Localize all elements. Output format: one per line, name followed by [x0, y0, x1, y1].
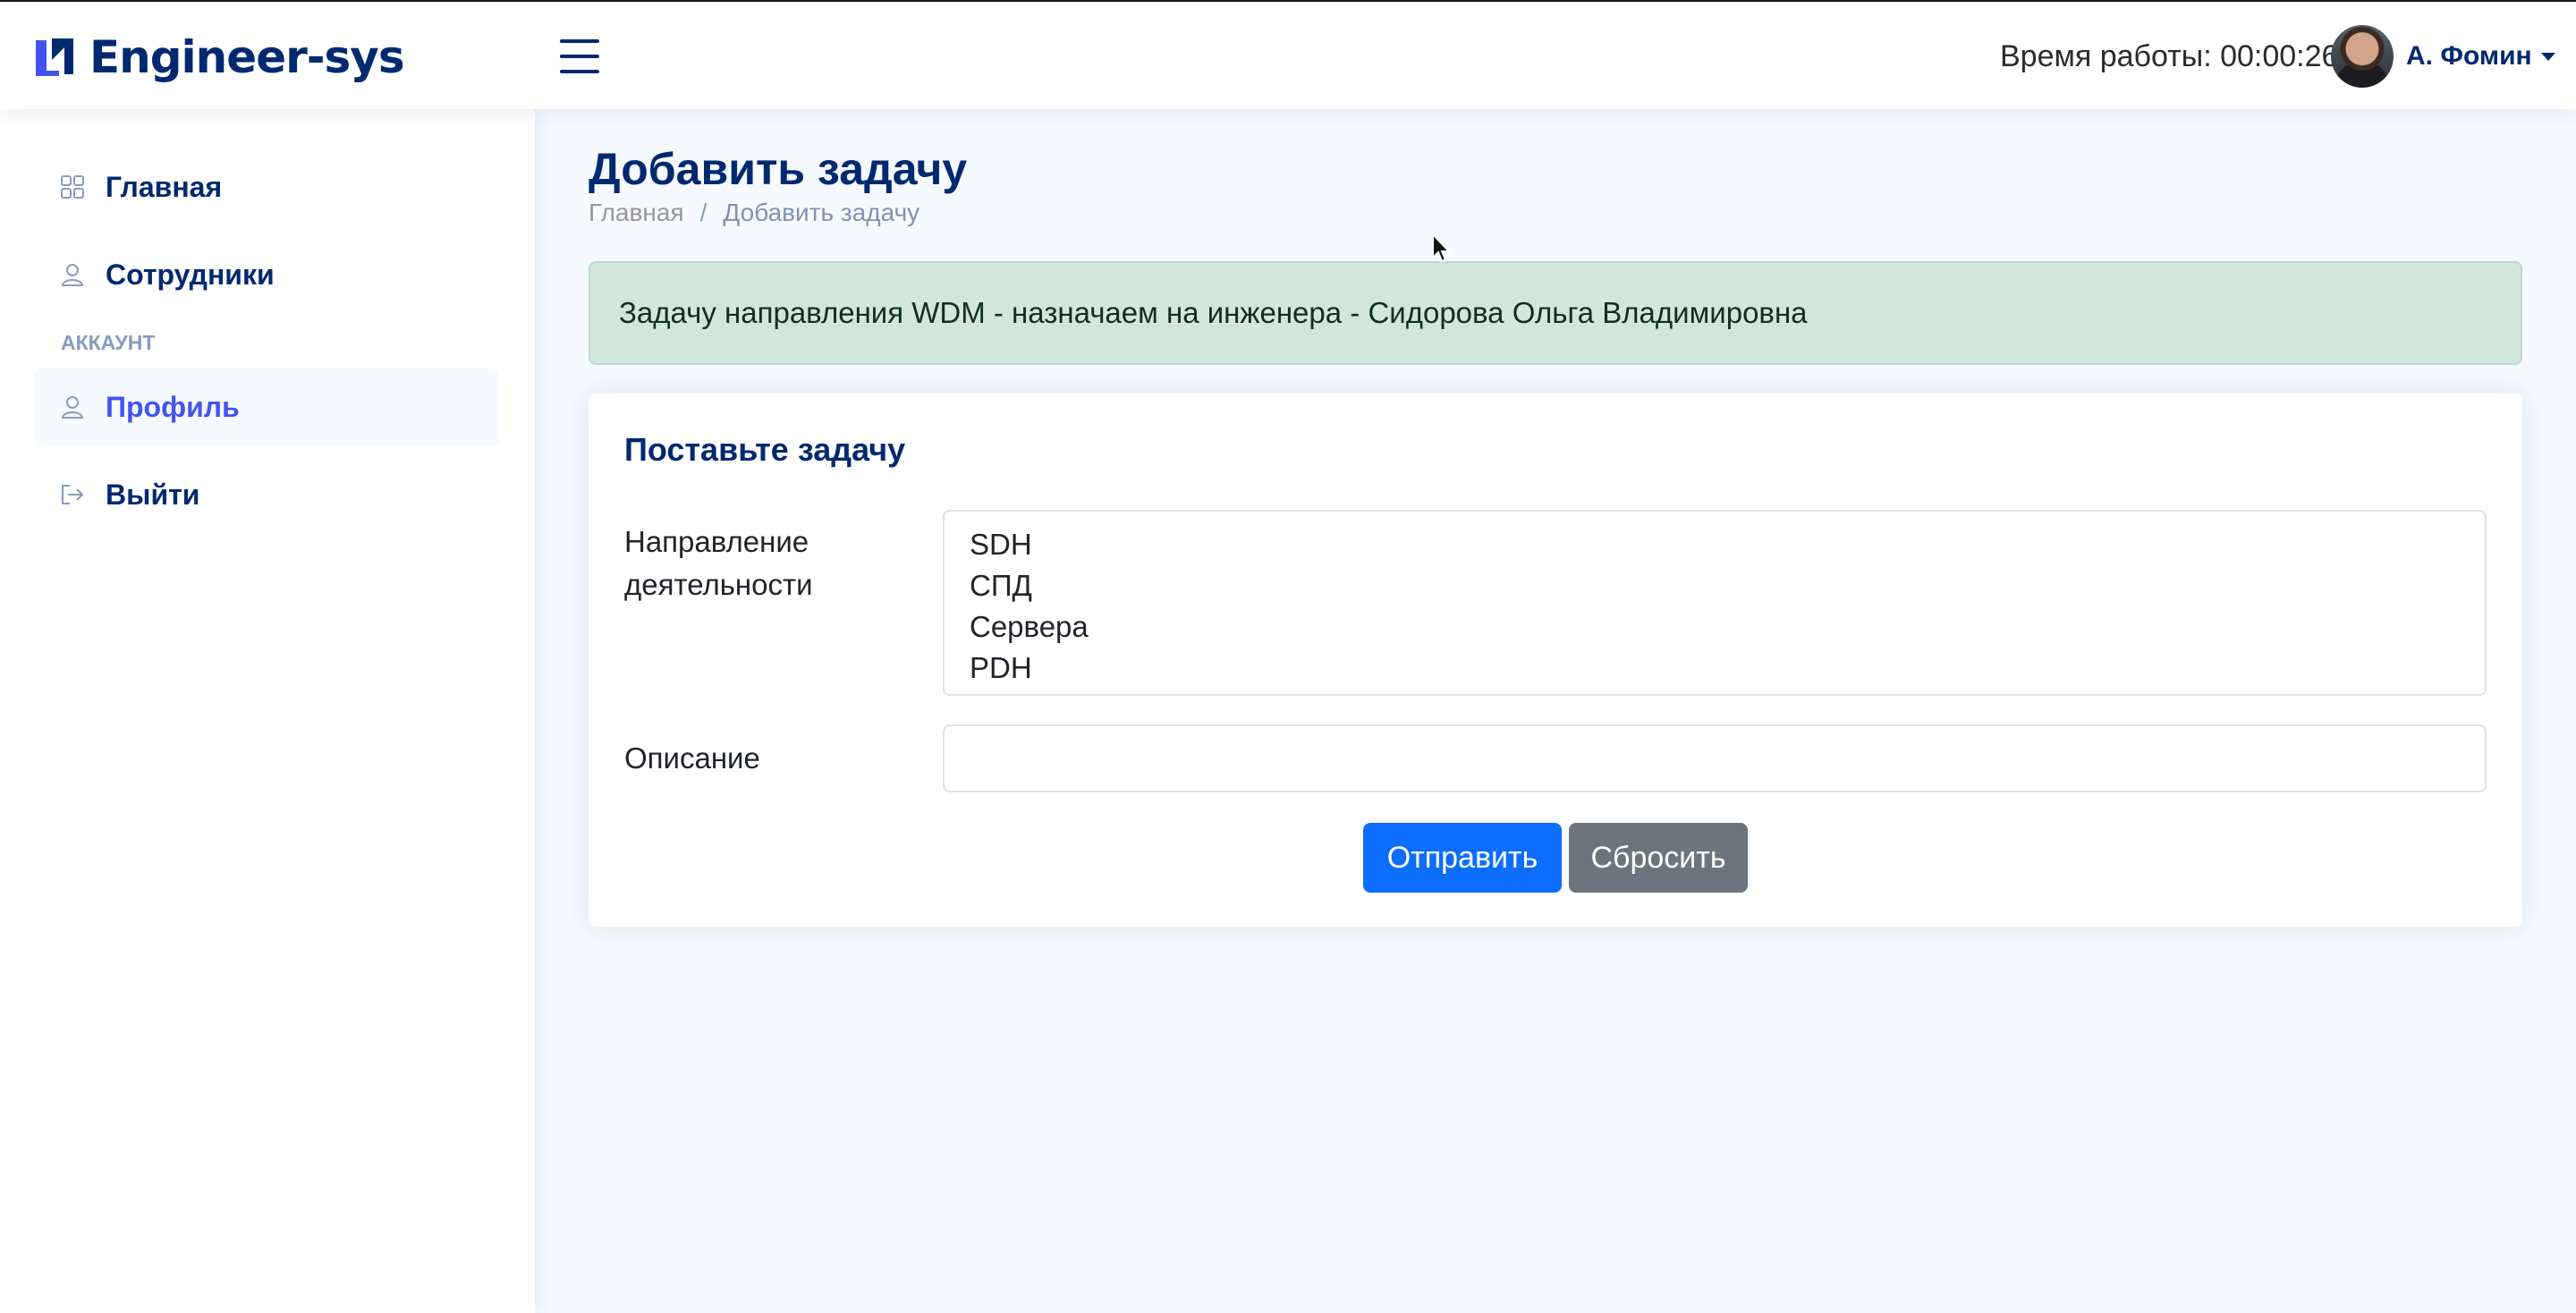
chevron-down-icon	[2540, 52, 2555, 61]
user-avatar[interactable]	[2331, 25, 2394, 88]
top-header: Engineer-sys Время работы: 00:00:26 А. Ф…	[0, 0, 2576, 109]
sidebar-item-label: Главная	[106, 170, 223, 203]
sidebar-item-logout[interactable]: Выйти	[34, 456, 499, 533]
select-option[interactable]: PDH	[970, 648, 2485, 689]
sidebar: Главная Сотрудники АККАУНТ Профиль Выйти	[0, 109, 535, 1313]
breadcrumb: Главная / Добавить задачу	[589, 199, 919, 227]
direction-select[interactable]: SDH СПД Сервера PDH	[943, 510, 2487, 696]
logo-icon	[36, 38, 73, 76]
mouse-cursor-icon	[1432, 233, 1452, 263]
card-title: Поставьте задачу	[624, 431, 906, 468]
reset-button[interactable]: Сбросить	[1569, 823, 1748, 893]
brand-logo[interactable]: Engineer-sys	[32, 29, 405, 86]
breadcrumb-current: Добавить задачу	[723, 199, 920, 226]
direction-label-line2: деятельности	[624, 568, 813, 601]
select-option[interactable]: SDH	[970, 524, 2485, 565]
description-input[interactable]	[943, 724, 2487, 792]
select-option[interactable]: СПД	[970, 565, 2485, 606]
direction-label: Направление деятельности	[624, 521, 813, 606]
sidebar-item-label: Сотрудники	[106, 258, 275, 291]
breadcrumb-home-link[interactable]: Главная	[589, 199, 684, 227]
task-form-card: Поставьте задачу Направление деятельност…	[589, 394, 2522, 927]
direction-label-line1: Направление	[624, 525, 809, 558]
sidebar-item-label: Выйти	[106, 478, 200, 511]
page-title: Добавить задачу	[589, 144, 968, 194]
worktime-display: Время работы: 00:00:26	[2000, 39, 2339, 73]
sidebar-item-employees[interactable]: Сотрудники	[34, 236, 499, 313]
user-name-label: А. Фомин	[2406, 41, 2532, 71]
alert-message: Задачу направления WDM - назначаем на ин…	[619, 296, 1808, 329]
sidebar-item-profile[interactable]: Профиль	[34, 368, 499, 445]
grid-icon	[61, 175, 84, 199]
select-option[interactable]: Сервера	[970, 606, 2485, 648]
sidebar-item-label: Профиль	[106, 390, 240, 423]
person-icon	[61, 264, 84, 286]
success-alert: Задачу направления WDM - назначаем на ин…	[589, 261, 2522, 365]
sidebar-section-heading: АККАУНТ	[61, 331, 156, 354]
description-label: Описание	[624, 741, 760, 775]
hamburger-icon[interactable]	[560, 38, 603, 77]
breadcrumb-separator: /	[699, 199, 708, 226]
sidebar-item-home[interactable]: Главная	[34, 148, 499, 225]
logout-icon	[62, 485, 84, 504]
brand-name: Engineer-sys	[89, 31, 405, 83]
user-menu-toggle[interactable]: А. Фомин	[2406, 41, 2555, 72]
person-icon	[61, 396, 84, 419]
submit-button[interactable]: Отправить	[1363, 823, 1562, 893]
